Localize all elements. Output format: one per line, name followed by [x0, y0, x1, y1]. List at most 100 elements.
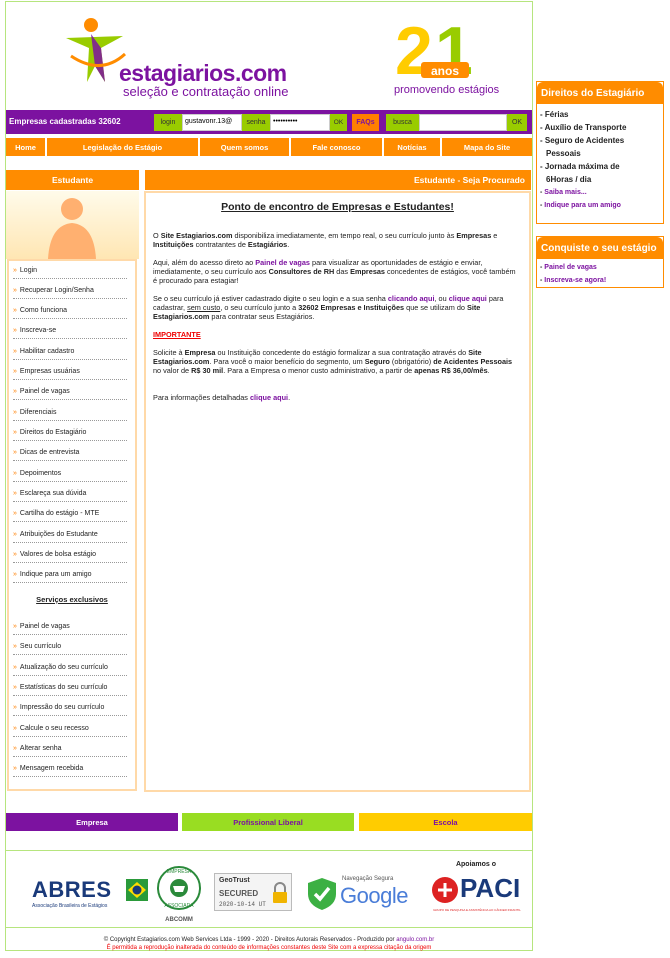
- svg-text:EMPRESA: EMPRESA: [167, 869, 192, 875]
- google-safe-browsing[interactable]: Navegação Segura Google: [306, 875, 420, 915]
- paci-supporter[interactable]: Apoiamos o PACI GRUPO DE PESQUISA E ASSI…: [430, 861, 522, 923]
- nav-fale-conosco[interactable]: Fale conosco: [291, 138, 382, 156]
- arrow-icon: »: [13, 551, 17, 558]
- arrow-icon: »: [13, 307, 17, 314]
- login-here-link[interactable]: clicando aqui: [388, 294, 435, 303]
- arrow-icon: »: [13, 704, 17, 711]
- login-label: login: [154, 114, 182, 131]
- login-input[interactable]: gustavonr.13@: [182, 114, 242, 131]
- shield-check-icon: [308, 878, 336, 910]
- sidebar-item-login[interactable]: » Login: [13, 263, 127, 279]
- login-ok-button[interactable]: OK: [330, 114, 347, 131]
- 21-anos-icon: 2 1 anos: [395, 13, 473, 89]
- content-box: Ponto de encontro de Empresas e Estudant…: [144, 191, 531, 792]
- partners-strip: ABRES Associação Brasileira de Estágios …: [6, 850, 532, 926]
- faq-button[interactable]: FAQs: [352, 114, 379, 131]
- sidebar-item-empresas[interactable]: » Empresas usuárias: [13, 364, 127, 380]
- arrow-icon: »: [13, 745, 17, 752]
- arrow-icon: »: [13, 510, 17, 517]
- abres-logo[interactable]: ABRES Associação Brasileira de Estágios: [32, 877, 150, 913]
- brazil-flag-icon: [126, 879, 148, 901]
- search-input[interactable]: [419, 114, 507, 131]
- sidebar-item-direitos[interactable]: » Direitos do Estagiário: [13, 425, 127, 441]
- service-item-mensagem[interactable]: » Mensagem recebida: [13, 761, 127, 777]
- arrow-icon: »: [13, 643, 17, 650]
- sidebar-item-recuperar[interactable]: » Recuperar Login/Senha: [13, 283, 127, 299]
- arrow-icon: »: [13, 725, 17, 732]
- arrow-icon: »: [13, 327, 17, 334]
- service-item-recesso[interactable]: » Calcule o seu recesso: [13, 721, 127, 737]
- paragraph-painel: Aqui, além do acesso direto ao Painel de…: [153, 258, 516, 285]
- saiba-mais-link[interactable]: - Saiba mais...: [537, 186, 663, 199]
- arrow-icon: »: [13, 409, 17, 416]
- content-heading: Ponto de encontro de Empresas e Estudant…: [221, 201, 454, 213]
- important-label: IMPORTANTE: [153, 330, 201, 339]
- sidebar-item-atribuicoes[interactable]: » Atribuições do Estudante: [13, 527, 127, 543]
- author-link[interactable]: angulo.com.br: [396, 937, 434, 943]
- rights-item: - Seguro de Acidentes: [540, 136, 625, 145]
- service-item-atualizacao[interactable]: » Atualização do seu currículo: [13, 660, 127, 676]
- service-item-estatisticas[interactable]: » Estatísticas do seu currículo: [13, 680, 127, 696]
- sidebar-item-inscreva[interactable]: » Inscreva-se: [13, 323, 127, 339]
- main-frame: estagiarios.com seleção e contratação on…: [5, 1, 533, 951]
- rights-item: - Férias: [540, 110, 569, 119]
- arrow-icon: »: [13, 664, 17, 671]
- sidebar-item-habilitar[interactable]: » Habilitar cadastro: [13, 344, 127, 360]
- sidebar-item-como-funciona[interactable]: » Como funciona: [13, 303, 127, 319]
- logo-name: estagiarios.com: [119, 60, 287, 86]
- arrow-icon: »: [13, 368, 17, 375]
- sidebar-item-esclareca[interactable]: » Esclareça sua dúvida: [13, 486, 127, 502]
- arrow-icon: »: [13, 287, 17, 294]
- service-item-senha[interactable]: » Alterar senha: [13, 741, 127, 757]
- nav-legislacao[interactable]: Legislação do Estágio: [47, 138, 198, 156]
- inscreva-agora-link[interactable]: - Inscreva-se agora!: [537, 274, 663, 287]
- sidebar-item-indique[interactable]: » Indique para um amigo: [13, 567, 127, 583]
- student-illustration: [6, 191, 139, 259]
- anniversary-badge: 2 1 anos promovendo estágios: [391, 13, 501, 100]
- companies-count: Empresas cadastradas 32602: [9, 117, 121, 126]
- details-link[interactable]: clique aqui: [250, 393, 288, 402]
- search-ok-button[interactable]: OK: [507, 114, 527, 131]
- register-here-link[interactable]: clique aqui: [449, 294, 487, 303]
- nav-mapa[interactable]: Mapa do Site: [442, 138, 532, 156]
- tab-escola[interactable]: Escola: [359, 813, 532, 831]
- sidebar-item-depoimentos[interactable]: » Depoimentos: [13, 466, 127, 482]
- arrow-icon: »: [13, 388, 17, 395]
- paragraph-seguro: Solicite à Empresa ou Instituição conced…: [153, 348, 513, 375]
- padlock-icon: [273, 882, 287, 903]
- paragraph-intro: O Site Estagiarios.com disponibiliza ime…: [153, 231, 498, 249]
- arrow-icon: »: [13, 348, 17, 355]
- sidebar-item-diferenciais[interactable]: » Diferenciais: [13, 405, 127, 421]
- sidebar-item-dicas[interactable]: » Dicas de entrevista: [13, 445, 127, 461]
- service-item-painel[interactable]: » Painel de vagas: [13, 619, 127, 635]
- page: estagiarios.com seleção e contratação on…: [0, 0, 670, 958]
- service-item-curriculo[interactable]: » Seu currículo: [13, 639, 127, 655]
- student-silhouette-icon: [48, 198, 96, 259]
- indique-amigo-link[interactable]: - Indique para um amigo: [537, 199, 663, 212]
- tab-profissional-liberal[interactable]: Profissional Liberal: [182, 813, 354, 831]
- nav-noticias[interactable]: Notícias: [384, 138, 440, 156]
- svg-text:ASSOCIADA: ASSOCIADA: [164, 903, 194, 909]
- sidebar-item-cartilha[interactable]: » Cartilha do estágio - MTE: [13, 506, 127, 522]
- sidebar-item-valores[interactable]: » Valores de bolsa estágio: [13, 547, 127, 563]
- painel-de-vagas-link[interactable]: Painel de vagas: [255, 258, 310, 267]
- sidebar-item-painel[interactable]: » Painel de vagas: [13, 384, 127, 400]
- geotrust-seal[interactable]: GeoTrust SECURED 2020-10-14 UT: [214, 873, 292, 911]
- password-input[interactable]: ••••••••••: [270, 114, 330, 131]
- painel-vagas-link[interactable]: - Painel de vagas: [537, 261, 663, 274]
- password-label: senha: [242, 114, 270, 131]
- main-nav: Home Legislação do Estágio Quem somos Fa…: [6, 138, 532, 156]
- abcomm-badge[interactable]: EMPRESA ASSOCIADA ABCOMM: [156, 864, 202, 923]
- arrow-icon: »: [13, 531, 17, 538]
- paragraph-login: Se o seu currículo já estiver cadastrado…: [153, 294, 504, 321]
- arrow-icon: »: [13, 684, 17, 691]
- service-item-impressao[interactable]: » Impressão do seu currículo: [13, 700, 127, 716]
- services-title: Serviços exclusivos: [36, 595, 108, 604]
- anos-label: anos: [431, 64, 459, 78]
- rights-item: - Jornada máxima de: [540, 162, 620, 171]
- estagiarios-logo[interactable]: estagiarios.com seleção e contratação on…: [61, 16, 296, 100]
- nav-home[interactable]: Home: [6, 138, 45, 156]
- tab-empresa[interactable]: Empresa: [6, 813, 178, 831]
- paci-emblem-icon: [432, 877, 458, 903]
- nav-quem-somos[interactable]: Quem somos: [200, 138, 289, 156]
